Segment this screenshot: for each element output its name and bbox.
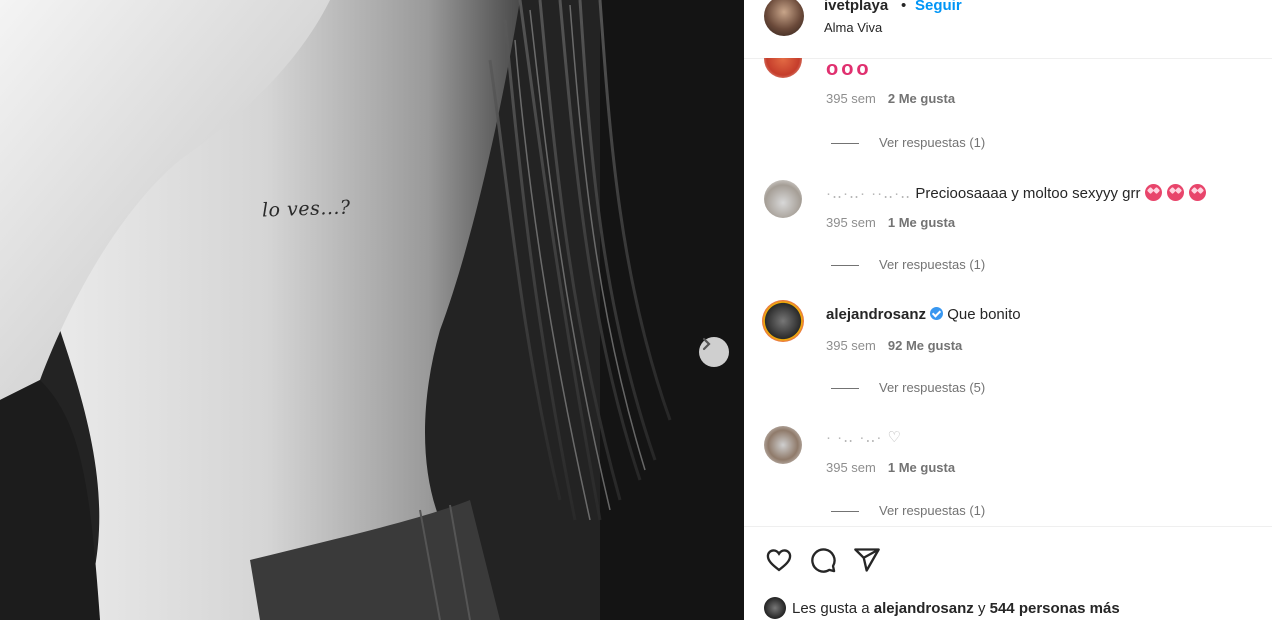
comment-body: Precioosaaaa y moltoo sexyyy grr: [915, 185, 1141, 202]
replies-divider: [831, 143, 859, 145]
view-replies-button[interactable]: Ver respuestas (1): [831, 135, 985, 150]
photo-artwork: [0, 0, 744, 620]
post-header: ivetplaya • Seguir Alma Viva: [744, 0, 1272, 59]
comments-list[interactable]: ooo 395 sem 2 Me gusta Ver respuestas (1)…: [744, 58, 1272, 526]
post-photo: lo ves...?: [0, 0, 744, 620]
view-replies-label: Ver respuestas (1): [879, 135, 986, 150]
post-side-panel: ivetplaya • Seguir Alma Viva ooo 395 sem…: [744, 0, 1272, 620]
view-replies-button[interactable]: Ver respuestas (1): [831, 257, 985, 272]
next-image-button[interactable]: [699, 337, 729, 367]
comment-meta: 395 sem 1 Me gusta: [826, 460, 955, 475]
comment-likes[interactable]: 92 Me gusta: [888, 338, 962, 353]
comment-time[interactable]: 395 sem: [826, 91, 876, 106]
liked-by-user[interactable]: alejandrosanz: [874, 600, 974, 617]
heart-eyes-emoji: [1167, 184, 1185, 201]
view-replies-button[interactable]: Ver respuestas (1): [831, 503, 985, 518]
comment-time[interactable]: 395 sem: [826, 338, 876, 353]
post-footer: Les gusta a alejandrosanz y 544 personas…: [744, 526, 1272, 621]
action-bar: [764, 545, 882, 575]
tattoo-text: lo ves...?: [261, 196, 351, 222]
view-replies-label: Ver respuestas (5): [879, 380, 986, 395]
follow-button[interactable]: Seguir: [915, 0, 962, 14]
comment-likes[interactable]: 2 Me gusta: [888, 91, 955, 106]
post-location[interactable]: Alma Viva: [824, 20, 882, 35]
redacted-username: · ·‥ ·‥· ♡: [826, 429, 902, 446]
commenter-avatar[interactable]: [762, 300, 804, 342]
likes-count[interactable]: 544 personas más: [990, 600, 1120, 617]
comment-username[interactable]: alejandrosanz: [826, 306, 926, 323]
share-icon[interactable]: [852, 545, 882, 575]
liked-by-avatar: [764, 597, 786, 619]
comment-text: ooo: [826, 58, 872, 81]
comment-text: ·‥·‥· ··‥·‥ Precioosaaaa y moltoo sexyyy…: [826, 184, 1207, 202]
replies-divider: [831, 511, 859, 513]
comment-icon[interactable]: [808, 545, 838, 575]
replies-divider: [831, 388, 859, 390]
author-avatar[interactable]: [764, 0, 804, 36]
comment-text: · ·‥ ·‥· ♡: [826, 428, 902, 446]
comment-time[interactable]: 395 sem: [826, 460, 876, 475]
comment-meta: 395 sem 1 Me gusta: [826, 215, 955, 230]
comment-body: Que bonito: [947, 306, 1021, 323]
comment-meta: 395 sem 2 Me gusta: [826, 91, 955, 106]
comment-likes[interactable]: 1 Me gusta: [888, 460, 955, 475]
verified-icon: [930, 307, 944, 320]
commenter-avatar[interactable]: [764, 426, 802, 464]
comment-likes[interactable]: 1 Me gusta: [888, 215, 955, 230]
liked-mid: y: [977, 600, 986, 617]
author-username[interactable]: ivetplaya: [824, 0, 888, 14]
liked-by-summary: Les gusta a alejandrosanz y 544 personas…: [764, 597, 1120, 619]
comment-text: alejandrosanz Que bonito: [826, 306, 1021, 323]
heart-eyes-emoji: [1189, 184, 1207, 201]
comment-meta: 395 sem 92 Me gusta: [826, 338, 962, 353]
kiss-mark-emoji: ooo: [826, 58, 872, 80]
heart-eyes-emoji: [1145, 184, 1163, 201]
view-replies-label: Ver respuestas (1): [879, 257, 986, 272]
commenter-avatar[interactable]: [764, 58, 802, 78]
replies-divider: [831, 265, 859, 267]
view-replies-label: Ver respuestas (1): [879, 503, 986, 518]
liked-prefix: Les gusta a: [792, 600, 870, 617]
comment-time[interactable]: 395 sem: [826, 215, 876, 230]
commenter-avatar[interactable]: [764, 180, 802, 218]
redacted-username: ·‥·‥· ··‥·‥: [826, 185, 912, 202]
view-replies-button[interactable]: Ver respuestas (5): [831, 380, 985, 395]
separator-dot: •: [901, 0, 907, 14]
heart-icon[interactable]: [764, 545, 794, 575]
